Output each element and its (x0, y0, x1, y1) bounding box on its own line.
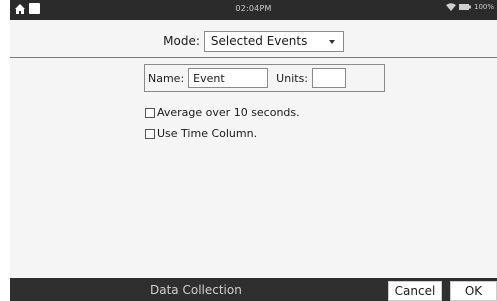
name-label: Name: (148, 71, 185, 85)
status-bar: 02:04PM 100% (10, 0, 497, 20)
mode-label: Mode: (163, 34, 200, 48)
time-column-label: Use Time Column. (157, 127, 258, 140)
divider (10, 57, 497, 58)
dropdown-arrow-icon (328, 39, 335, 44)
screen-title: Data Collection (150, 283, 242, 297)
mode-row: Mode: Selected Events (10, 28, 497, 54)
time-column-option[interactable]: Use Time Column. (145, 127, 257, 140)
average-option[interactable]: Average over 10 seconds. (145, 106, 300, 119)
battery-icon (458, 4, 471, 10)
bottom-bar: Data Collection Cancel OK (10, 278, 497, 301)
name-input[interactable]: Event (188, 68, 269, 88)
ok-button[interactable]: OK (450, 281, 497, 301)
units-label: Units: (276, 71, 309, 85)
status-right: 100% (445, 3, 494, 11)
time-column-checkbox[interactable] (145, 128, 155, 139)
status-time: 02:04PM (235, 4, 272, 13)
name-units-group: Name: Event Units: (144, 64, 385, 92)
average-label: Average over 10 seconds. (157, 106, 300, 119)
cancel-button[interactable]: Cancel (388, 281, 442, 301)
wifi-icon (445, 3, 456, 11)
mode-dropdown[interactable]: Selected Events (203, 30, 344, 52)
main-panel: Mode: Selected Events Name: Event Units:… (10, 20, 497, 278)
device-screen: 02:04PM 100% Mode: Selected Events Name:… (0, 0, 497, 301)
mode-selected-value: Selected Events (210, 34, 308, 48)
units-input[interactable] (312, 68, 347, 88)
average-checkbox[interactable] (145, 107, 155, 118)
battery-level: 100% (473, 3, 494, 11)
